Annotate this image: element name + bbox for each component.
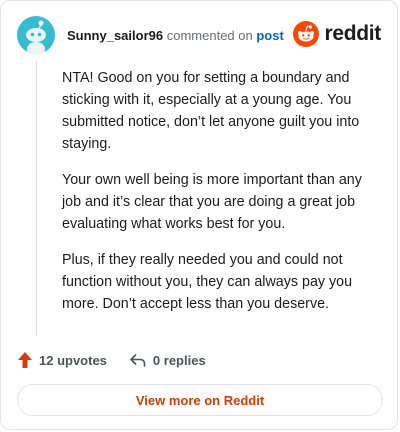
reddit-logo-icon: [293, 21, 320, 47]
reply-stat[interactable]: 0 replies: [129, 352, 206, 368]
thread-line: [36, 61, 37, 336]
reddit-wordmark: reddit: [324, 22, 381, 45]
snoo-avatar-icon: [26, 20, 46, 54]
comment-meta: Sunny_sailor96 commented on post: [67, 28, 284, 43]
user-avatar[interactable]: [17, 16, 55, 54]
view-more-button[interactable]: View more on Reddit: [17, 384, 383, 416]
comment-paragraph: Plus, if they really needed you and coul…: [62, 252, 353, 312]
reply-count: 0 replies: [152, 352, 206, 368]
comment-header: Sunny_sailor96 commented on post reddit: [17, 15, 381, 55]
comment-paragraph: Your own well being is more important th…: [62, 172, 362, 232]
post-link[interactable]: post: [256, 28, 283, 43]
upvote-stat[interactable]: 12 upvotes: [17, 351, 107, 369]
reddit-brand[interactable]: reddit: [293, 21, 381, 47]
comment-paragraph: NTA! Good on you for setting a boundary …: [62, 70, 360, 152]
reply-arrow-icon: [130, 354, 146, 367]
comment-body: NTA! Good on you for setting a boundary …: [62, 67, 380, 329]
username[interactable]: Sunny_sailor96: [67, 28, 163, 43]
comment-footer: 12 upvotes 0 replies: [17, 348, 228, 372]
comment-embed-card: Sunny_sailor96 commented on post reddit …: [0, 0, 398, 430]
action-text: commented on: [166, 27, 253, 43]
upvote-count: 12 upvotes: [39, 352, 107, 368]
upvote-arrow-icon: [18, 352, 32, 368]
